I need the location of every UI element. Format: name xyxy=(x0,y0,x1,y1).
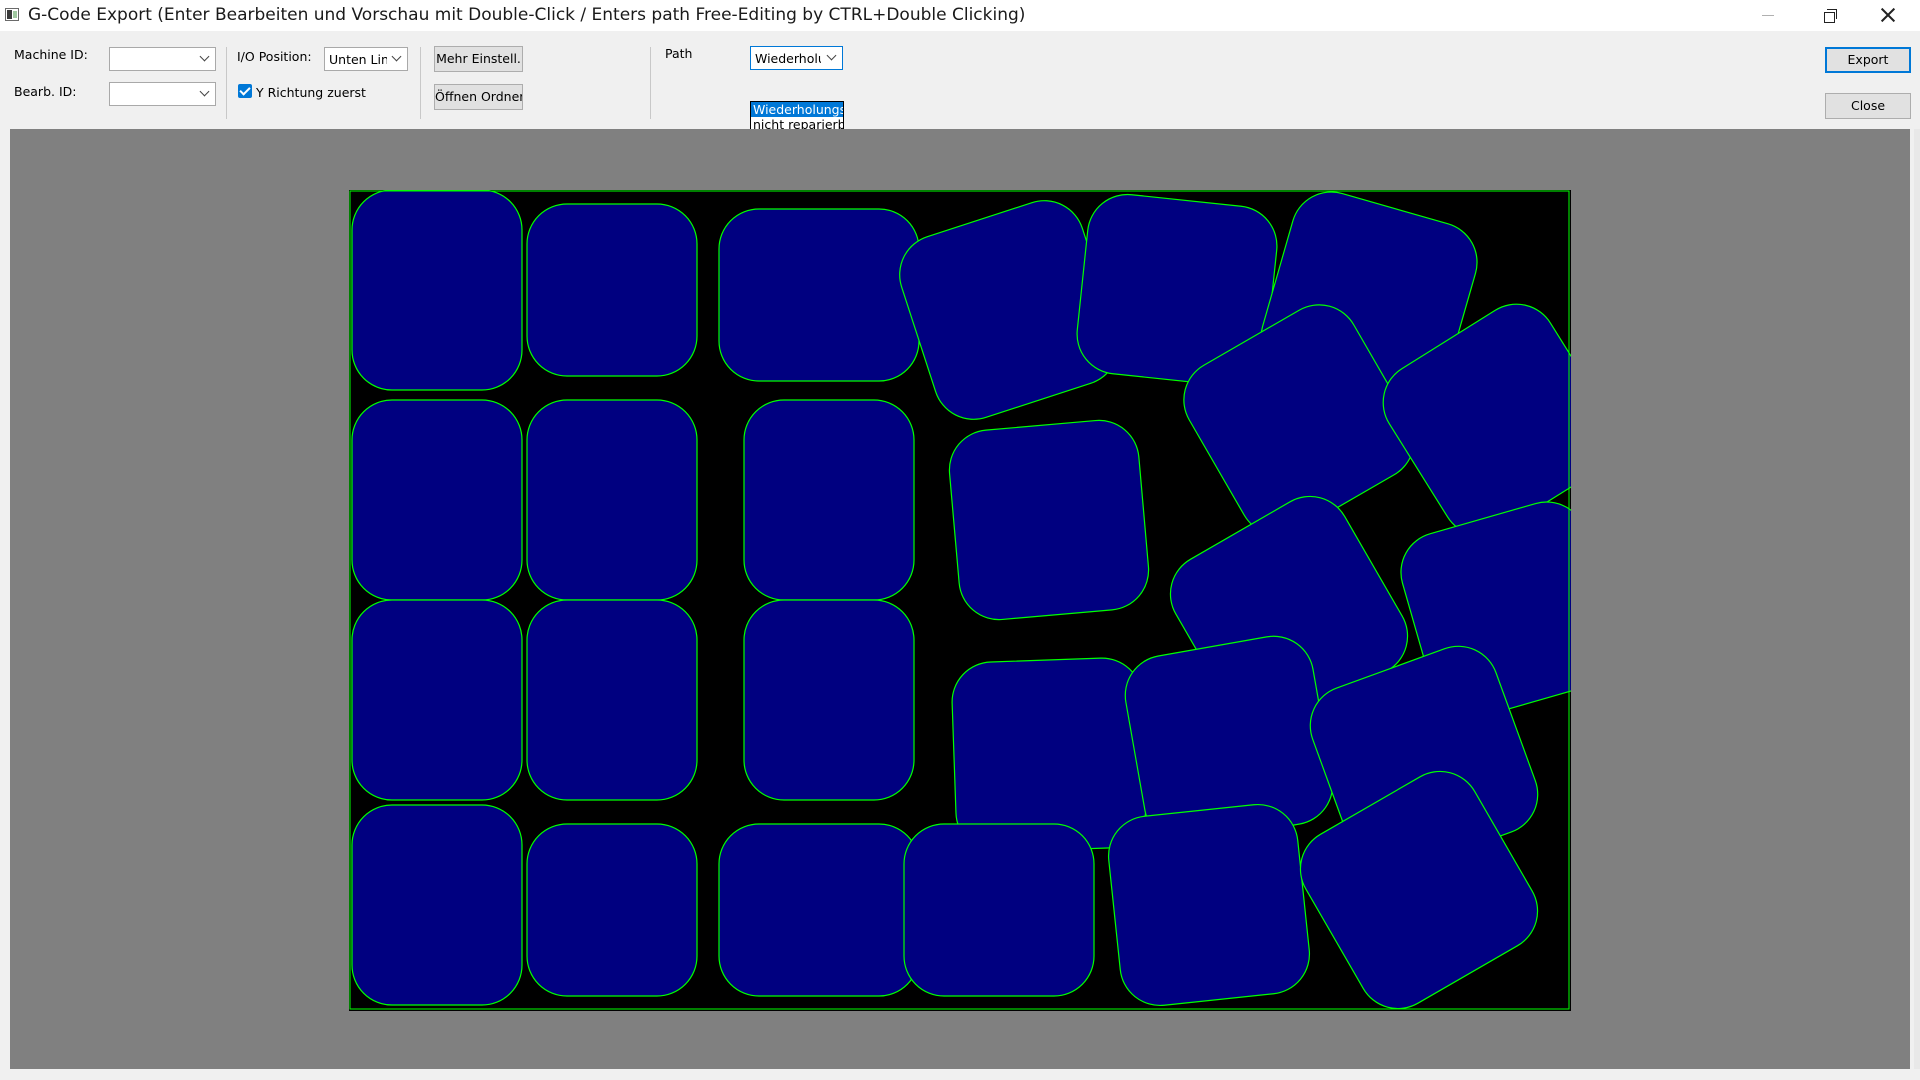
bearb-id-select[interactable] xyxy=(109,82,216,106)
chevron-down-icon xyxy=(199,51,210,62)
nesting-layout xyxy=(349,190,1571,1010)
nest-part[interactable] xyxy=(1105,801,1314,1010)
nest-part[interactable] xyxy=(351,804,523,1006)
nest-part[interactable] xyxy=(743,399,915,601)
nest-part[interactable] xyxy=(526,599,698,801)
nest-part[interactable] xyxy=(526,399,698,601)
chevron-down-icon xyxy=(826,50,837,61)
window-title: G-Code Export (Enter Bearbeiten und Vors… xyxy=(28,5,1026,25)
y-direction-label: Y Richtung zuerst xyxy=(256,85,366,100)
nest-part[interactable] xyxy=(743,599,915,801)
right-edge xyxy=(1914,129,1920,1069)
io-position-value: Unten Link xyxy=(329,52,387,67)
nest-part[interactable] xyxy=(351,399,523,601)
io-position-label: I/O Position: xyxy=(237,49,312,64)
export-button[interactable]: Export xyxy=(1825,47,1911,73)
path-value: Wiederholu xyxy=(755,51,821,66)
io-position-select[interactable]: Unten Link xyxy=(324,47,408,71)
nest-part[interactable] xyxy=(718,823,920,997)
chevron-down-icon xyxy=(199,86,210,97)
bottom-strip xyxy=(0,1069,1920,1080)
left-edge xyxy=(0,129,10,1069)
open-folder-button[interactable]: Öffnen Ordner xyxy=(434,84,523,110)
toolbar-separator xyxy=(650,47,651,119)
nest-part[interactable] xyxy=(718,208,920,382)
nest-part[interactable] xyxy=(351,190,523,391)
close-button[interactable]: Close xyxy=(1825,93,1911,119)
more-settings-button[interactable]: Mehr Einstell. xyxy=(434,46,523,72)
y-direction-checkbox[interactable] xyxy=(238,84,252,98)
nest-part[interactable] xyxy=(903,823,1095,997)
nest-part[interactable] xyxy=(351,599,523,801)
nest-part[interactable] xyxy=(526,823,698,997)
path-label: Path xyxy=(665,46,693,61)
toolbar-separator xyxy=(420,47,421,119)
close-window-button[interactable] xyxy=(1860,0,1916,31)
nest-part[interactable] xyxy=(946,417,1152,623)
export-toolbar: Machine ID: Bearb. ID: I/O Position: Unt… xyxy=(0,31,1920,134)
nest-part[interactable] xyxy=(526,203,698,377)
machine-id-select[interactable] xyxy=(109,47,216,71)
workpiece-preview[interactable] xyxy=(349,190,1571,1011)
path-select[interactable]: Wiederholu xyxy=(750,46,843,70)
app-icon xyxy=(5,8,19,21)
machine-id-label: Machine ID: xyxy=(14,47,88,62)
chevron-down-icon xyxy=(391,51,402,62)
title-bar: G-Code Export (Enter Bearbeiten und Vors… xyxy=(0,0,1920,31)
bearb-id-label: Bearb. ID: xyxy=(14,84,77,99)
minimize-button[interactable] xyxy=(1740,0,1796,31)
path-option[interactable]: Wiederholungsb xyxy=(751,102,843,117)
toolbar-separator xyxy=(226,47,227,119)
minimize-icon xyxy=(1762,15,1774,16)
restore-button[interactable] xyxy=(1800,0,1856,31)
